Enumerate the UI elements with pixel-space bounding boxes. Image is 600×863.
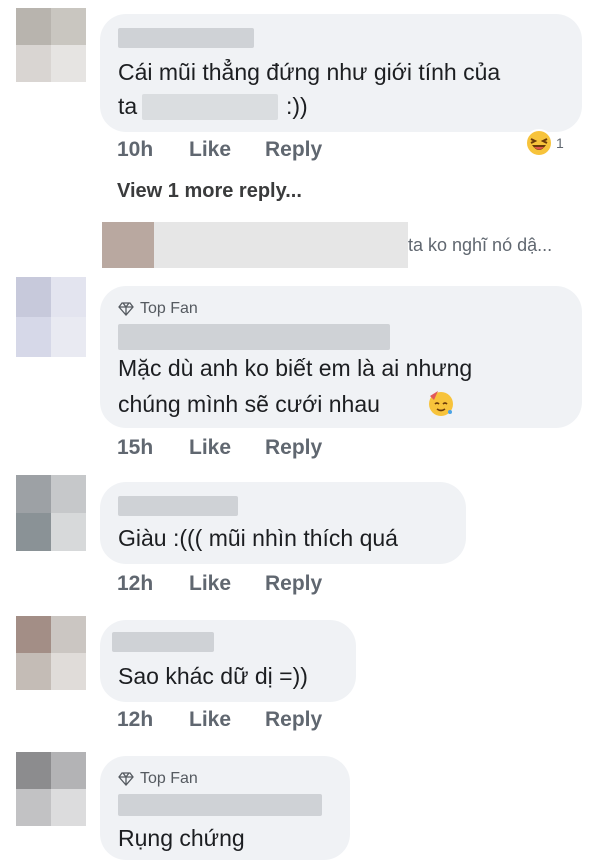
avatar[interactable] <box>16 752 86 826</box>
reply-button[interactable]: Reply <box>265 436 322 460</box>
comment-text: Giàu :((( mũi nhìn thích quá <box>118 525 398 551</box>
comment-bubble: Top Fan Rụng chứng <box>100 756 350 860</box>
comment-text: chúng mình sẽ cưới nhau <box>118 391 380 417</box>
comment-bubble: Giàu :((( mũi nhìn thích quá <box>100 482 466 564</box>
top-fan-badge: Top Fan <box>118 300 198 318</box>
reply-avatar <box>102 222 154 268</box>
reply-preview[interactable]: ta ko nghĩ nó dậ... <box>102 222 576 268</box>
timestamp[interactable]: 15h <box>117 436 189 460</box>
commenter-name[interactable] <box>118 794 322 816</box>
reply-button[interactable]: Reply <box>265 138 322 162</box>
comment-bubble: Sao khác dữ dị =)) <box>100 620 356 702</box>
like-button[interactable]: Like <box>189 436 265 460</box>
timestamp[interactable]: 10h <box>117 138 189 162</box>
avatar[interactable] <box>16 475 86 551</box>
comment-text: ta <box>118 93 138 119</box>
like-button[interactable]: Like <box>189 138 265 162</box>
comment-bubble: Cái mũi thẳng đứng như giới tính của ta … <box>100 14 582 132</box>
reply-author-name <box>154 222 408 268</box>
comment-actions: 10h Like Reply <box>117 138 322 162</box>
top-fan-badge: Top Fan <box>118 770 198 788</box>
comment-actions: 15h Like Reply <box>117 436 322 460</box>
like-button[interactable]: Like <box>189 708 265 732</box>
diamond-icon <box>118 302 134 316</box>
commenter-name[interactable] <box>118 28 254 48</box>
reaction-count: 1 <box>556 135 564 151</box>
reply-button[interactable]: Reply <box>265 708 322 732</box>
top-fan-label: Top Fan <box>140 300 198 317</box>
timestamp[interactable]: 12h <box>117 708 189 732</box>
top-fan-label: Top Fan <box>140 770 198 787</box>
laughing-emoji-icon <box>525 129 553 157</box>
comment-text: Rụng chứng <box>118 825 245 851</box>
like-button[interactable]: Like <box>189 572 265 596</box>
avatar[interactable] <box>16 616 86 690</box>
partying-face-emoji-icon <box>429 391 453 416</box>
diamond-icon <box>118 772 134 786</box>
comment-text: :)) <box>286 93 308 119</box>
avatar[interactable] <box>16 8 86 82</box>
commenter-name[interactable] <box>112 632 214 652</box>
comment-text: Cái mũi thẳng đứng như giới tính của <box>118 59 501 85</box>
timestamp[interactable]: 12h <box>117 572 189 596</box>
commenter-name[interactable] <box>118 324 390 350</box>
view-more-replies-link[interactable]: View 1 more reply... <box>117 180 302 203</box>
reply-button[interactable]: Reply <box>265 572 322 596</box>
mention-name[interactable] <box>142 94 278 120</box>
reaction-summary[interactable]: 1 <box>524 128 564 158</box>
comment-bubble: Top Fan Mặc dù anh ko biết em là ai nhưn… <box>100 286 582 428</box>
comment-actions: 12h Like Reply <box>117 572 322 596</box>
comment-text: Sao khác dữ dị =)) <box>118 663 308 689</box>
reply-preview-text: ta ko nghĩ nó dậ... <box>408 235 553 255</box>
comment-actions: 12h Like Reply <box>117 708 322 732</box>
avatar[interactable] <box>16 277 86 357</box>
commenter-name[interactable] <box>118 496 238 516</box>
comment-text: Mặc dù anh ko biết em là ai nhưng <box>118 355 473 381</box>
